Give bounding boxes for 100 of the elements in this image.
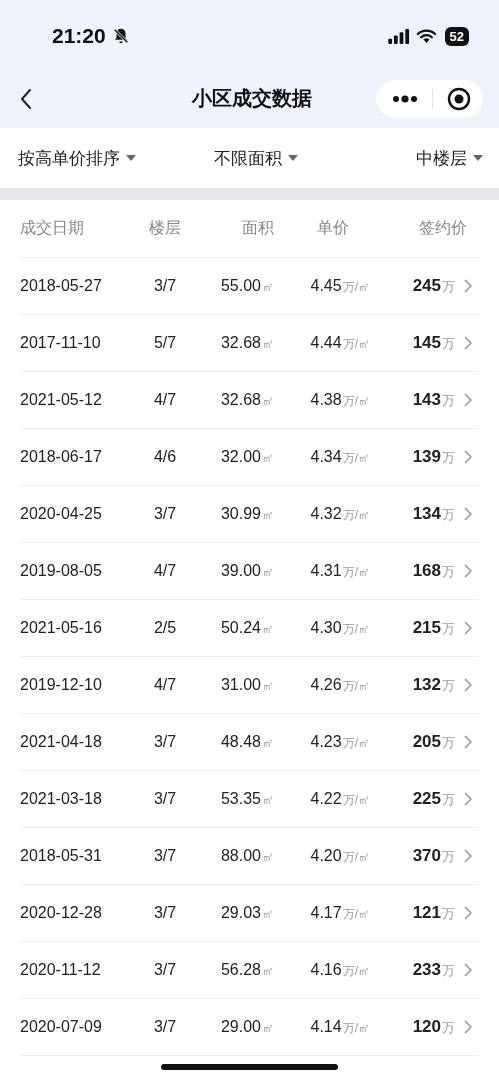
deal-row[interactable]: 2017-11-10 5/7 32.68㎡ 4.44万/㎡ 145万 (20, 315, 479, 372)
date-cell-text: 2018-05-31 (20, 847, 103, 865)
date-cell-text: 2018-06-17 (20, 448, 103, 466)
caret-icon (473, 155, 483, 161)
floor-cell-text: 3/7 (152, 277, 178, 295)
unit-price-cell-text: 4.44万/㎡ (309, 333, 370, 353)
chevron-icon (464, 336, 472, 350)
area-cell-text: 88.00㎡ (219, 846, 274, 866)
chevron-icon (464, 621, 472, 635)
floor-cell-text: 4/6 (152, 448, 178, 466)
column-header: 楼层 (148, 218, 182, 238)
unit-price-cell-text: 4.23万/㎡ (309, 732, 370, 752)
more-icon[interactable] (392, 94, 418, 103)
floor-cell-text: 3/7 (152, 904, 178, 922)
date-cell-text: 2019-08-05 (20, 562, 103, 580)
filter-dropdown[interactable]: 中楼层 (416, 146, 483, 170)
total-price-cell-text: 145万 (411, 333, 455, 353)
date-cell-text: 2020-11-12 (20, 961, 102, 979)
unit-price-cell-text: 4.16万/㎡ (309, 960, 370, 980)
floor-cell-text: 3/7 (152, 505, 178, 523)
back-icon[interactable] (20, 87, 32, 110)
total-price-cell-text: 143万 (411, 390, 455, 410)
unit-price-cell-text: 4.17万/㎡ (309, 903, 370, 923)
column-header: 面积 (241, 218, 274, 238)
area-cell-text: 53.35㎡ (219, 789, 274, 809)
area-cell-text: 29.00㎡ (219, 1017, 274, 1037)
area-cell-text: 56.28㎡ (219, 960, 274, 980)
total-price-cell-text: 168万 (411, 561, 455, 581)
filter-dropdown[interactable]: 不限面积 (214, 146, 298, 170)
date-cell-text: 2018-05-27 (20, 277, 103, 295)
filter-dropdown[interactable]: 按高单价排序 (18, 146, 136, 170)
total-price-cell-text: 245万 (411, 276, 455, 296)
total-price-cell-text: 120万 (411, 1017, 455, 1037)
chevron-icon (464, 279, 472, 293)
unit-price-cell-text: 4.30万/㎡ (309, 618, 370, 638)
unit-price-cell-text: 4.32万/㎡ (309, 504, 370, 524)
area-cell-text: 55.00㎡ (219, 276, 274, 296)
total-price-cell-text: 134万 (411, 504, 455, 524)
unit-price-cell-text: 4.38万/㎡ (309, 390, 370, 410)
area-cell-text: 32.68㎡ (219, 333, 274, 353)
signal-icon (387, 28, 410, 44)
date-cell-text: 2020-04-25 (20, 505, 103, 523)
status-time: 21:20 (52, 24, 106, 48)
unit-price-cell-text: 4.34万/㎡ (309, 447, 370, 467)
page-title: 小区成交数据 (191, 86, 312, 111)
chevron-icon (464, 507, 472, 521)
chevron-icon (464, 963, 472, 977)
chevron-icon (464, 393, 472, 407)
date-cell-text: 2021-04-18 (20, 733, 103, 751)
area-cell-text: 31.00㎡ (219, 675, 274, 695)
total-price-cell-text: 132万 (411, 675, 455, 695)
floor-cell-text: 3/7 (152, 790, 178, 808)
area-cell-text: 39.00㎡ (219, 561, 274, 581)
deal-row[interactable]: 2019-08-05 4/7 39.00㎡ 4.31万/㎡ 168万 (20, 543, 479, 600)
area-cell-text: 32.00㎡ (219, 447, 274, 467)
deal-row[interactable]: 2019-12-10 4/7 31.00㎡ 4.26万/㎡ 132万 (20, 657, 479, 714)
unit-price-cell-text: 4.45万/㎡ (309, 276, 370, 296)
deal-row[interactable]: 2020-12-28 3/7 29.03㎡ 4.17万/㎡ 121万 (20, 885, 479, 942)
deal-row[interactable]: 2021-03-18 3/7 53.35㎡ 4.22万/㎡ 225万 (20, 771, 479, 828)
deal-row[interactable]: 2018-05-27 3/7 55.00㎡ 4.45万/㎡ 245万 (20, 258, 479, 315)
deal-row[interactable]: 2018-05-31 3/7 88.00㎡ 4.20万/㎡ 370万 (20, 828, 479, 885)
total-price-cell-text: 215万 (411, 618, 455, 638)
total-price-cell-text: 205万 (411, 732, 455, 752)
date-cell-text: 2021-05-16 (20, 619, 103, 637)
chevron-icon (464, 1020, 472, 1034)
area-cell-text: 32.68㎡ (219, 390, 274, 410)
deal-row[interactable]: 2020-04-25 3/7 30.99㎡ 4.32万/㎡ 134万 (20, 486, 479, 543)
total-price-cell-text: 225万 (411, 789, 455, 809)
unit-price-cell-text: 4.22万/㎡ (309, 789, 370, 809)
floor-cell-text: 4/7 (152, 676, 178, 694)
caret-icon (288, 155, 298, 161)
chevron-icon (464, 849, 472, 863)
date-cell-text: 2017-11-10 (20, 334, 102, 352)
wifi-icon (415, 28, 437, 44)
column-header: 成交日期 (20, 218, 85, 238)
floor-cell-text: 3/7 (152, 961, 178, 979)
total-price-cell-text: 139万 (411, 447, 455, 467)
deal-row[interactable]: 2021-05-12 4/7 32.68㎡ 4.38万/㎡ 143万 (20, 372, 479, 429)
date-cell-text: 2020-07-09 (20, 1018, 103, 1036)
total-price-cell-text: 233万 (411, 960, 455, 980)
area-cell-text: 30.99㎡ (219, 504, 274, 524)
battery-level: 52 (444, 26, 469, 46)
unit-price-cell-text: 4.31万/㎡ (309, 561, 370, 581)
area-cell-text: 50.24㎡ (219, 618, 274, 638)
deal-row[interactable]: 2021-05-16 2/5 50.24㎡ 4.30万/㎡ 215万 (20, 600, 479, 657)
floor-cell-text: 2/5 (152, 619, 178, 637)
deal-row[interactable]: 2021-04-18 3/7 48.48㎡ 4.23万/㎡ 205万 (20, 714, 479, 771)
date-cell-text: 2021-03-18 (20, 790, 103, 808)
floor-cell-text: 3/7 (152, 847, 178, 865)
deal-row[interactable]: 2018-06-17 4/6 32.00㎡ 4.34万/㎡ 139万 (20, 429, 479, 486)
column-header: 签约价 (418, 218, 467, 238)
chevron-icon (464, 450, 472, 464)
deal-row[interactable]: 2020-11-12 3/7 56.28㎡ 4.16万/㎡ 233万 (20, 942, 479, 999)
floor-cell-text: 4/7 (152, 562, 178, 580)
date-cell-text: 2020-12-28 (20, 904, 103, 922)
unit-price-cell-text: 4.20万/㎡ (309, 846, 370, 866)
deal-row[interactable]: 2020-07-09 3/7 29.00㎡ 4.14万/㎡ 120万 (20, 999, 479, 1056)
floor-cell-text: 5/7 (152, 334, 178, 352)
total-price-cell-text: 370万 (411, 846, 455, 866)
unit-price-cell-text: 4.14万/㎡ (309, 1017, 370, 1037)
